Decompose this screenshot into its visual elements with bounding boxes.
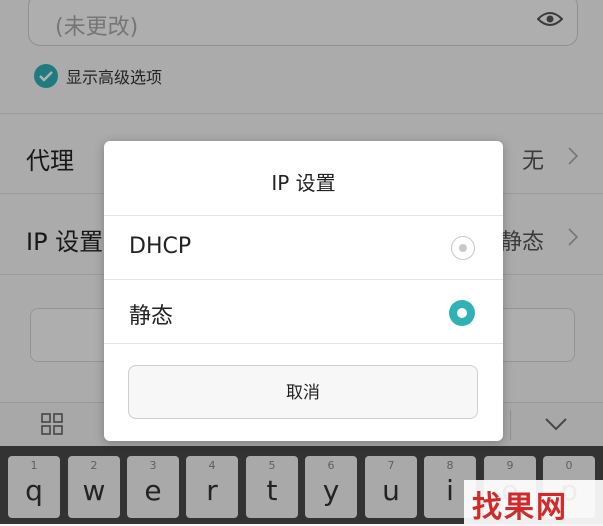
option-label: 静态 — [129, 304, 174, 329]
divider — [104, 215, 503, 216]
ip-settings-dialog: IP 设置 DHCP 静态 取消 — [104, 141, 503, 441]
radio-unselected-icon[interactable] — [451, 236, 475, 260]
radio-selected-icon[interactable] — [449, 300, 475, 326]
divider — [104, 343, 503, 344]
cancel-button[interactable]: 取消 — [128, 365, 478, 419]
option-dhcp[interactable]: DHCP — [104, 217, 503, 279]
watermark-text: 找果网 — [472, 490, 568, 525]
divider — [104, 279, 503, 280]
option-static[interactable]: 静态 — [104, 281, 503, 343]
watermark: 找果网 — [464, 480, 603, 525]
option-label: DHCP — [129, 234, 192, 259]
dialog-title: IP 设置 — [271, 171, 336, 195]
